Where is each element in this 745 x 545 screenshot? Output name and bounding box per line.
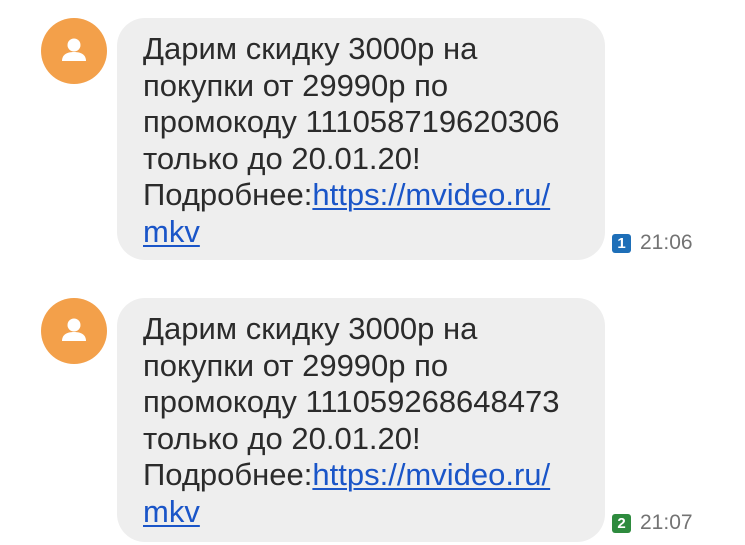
message-line: Подробнее:https://mvideo.ru/ <box>143 177 585 214</box>
message-time: 21:07 <box>640 511 693 534</box>
message-meta: 1 21:06 <box>612 232 693 254</box>
message-line: Дарим скидку 3000р на <box>143 31 478 66</box>
message-line: покупки от 29990р по <box>143 347 449 383</box>
message-line: промокоду 111059268648473 <box>143 384 560 419</box>
more-prefix: Подробнее: <box>143 177 313 212</box>
message-line: Подробнее:https://mvideo.ru/ <box>143 457 585 494</box>
message-thread: Дарим скидку 3000р на покупки от 29990р … <box>0 0 745 545</box>
sim-badge: 1 <box>612 233 631 253</box>
sender-avatar[interactable] <box>41 298 107 364</box>
message-bubble[interactable]: Дарим скидку 3000р на покупки от 29990р … <box>117 18 605 260</box>
message-meta: 2 21:07 <box>612 512 693 534</box>
message-line: только до 20.01.20! <box>143 140 421 176</box>
message-bubble[interactable]: Дарим скидку 3000р на покупки от 29990р … <box>117 298 605 542</box>
message-line: mkv <box>143 214 585 251</box>
person-icon <box>62 318 86 341</box>
promo-link-continued[interactable]: mkv <box>143 214 200 249</box>
message-line: mkv <box>143 494 585 531</box>
message-time: 21:06 <box>640 231 693 254</box>
message-line: Дарим скидку 3000р на <box>143 311 478 346</box>
message-item: Дарим скидку 3000р на покупки от 29990р … <box>0 280 745 542</box>
sender-avatar[interactable] <box>41 18 107 84</box>
more-prefix: Подробнее: <box>143 457 313 492</box>
message-body: Дарим скидку 3000р на покупки от 29990р … <box>143 31 585 250</box>
message-body: Дарим скидку 3000р на покупки от 29990р … <box>143 311 585 530</box>
message-line: покупки от 29990р по <box>143 67 449 103</box>
message-line: промокоду 111058719620306 <box>143 104 560 139</box>
person-icon <box>62 38 86 61</box>
promo-link-continued[interactable]: mkv <box>143 494 200 529</box>
message-line: только до 20.01.20! <box>143 420 421 456</box>
sim-badge: 2 <box>612 513 631 533</box>
promo-link[interactable]: https://mvideo.ru/ <box>312 457 550 492</box>
promo-link[interactable]: https://mvideo.ru/ <box>312 177 550 212</box>
message-item: Дарим скидку 3000р на покупки от 29990р … <box>0 0 745 262</box>
